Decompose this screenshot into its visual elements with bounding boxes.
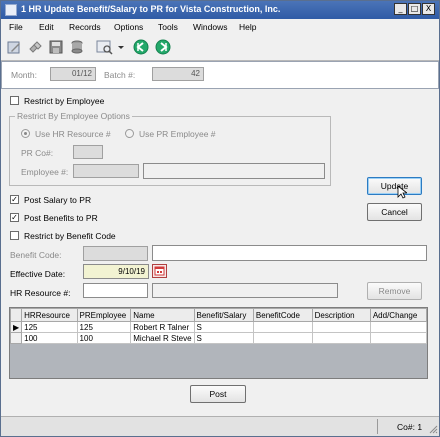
mouse-cursor-icon: [397, 185, 409, 201]
col-hrresource[interactable]: HRResource: [21, 308, 78, 322]
use-pr-employee-radio[interactable]: [125, 129, 134, 138]
cell-description[interactable]: [311, 332, 371, 344]
save-disk-icon[interactable]: [48, 39, 64, 55]
prco-field: [73, 145, 103, 159]
toolbar: [1, 35, 439, 61]
col-benefit-code[interactable]: BenefitCode: [252, 308, 313, 322]
remove-button[interactable]: Remove: [367, 282, 422, 300]
forward-arrow-icon[interactable]: [155, 39, 171, 55]
col-name[interactable]: Name: [130, 308, 195, 322]
find-icon[interactable]: [96, 39, 113, 55]
month-label: Month:: [11, 70, 37, 80]
post-benefits-checkbox[interactable]: ✓: [10, 213, 19, 222]
cell-name[interactable]: Robert R Talner: [130, 321, 195, 333]
cell-premployee[interactable]: 100: [76, 332, 132, 344]
batch-field: 42: [152, 67, 204, 81]
cell-add-change[interactable]: [369, 332, 428, 344]
benefit-code-desc-field: [152, 245, 427, 261]
menu-records[interactable]: Records: [69, 22, 101, 32]
grid-corner: [9, 308, 23, 322]
edit-icon[interactable]: [6, 39, 22, 55]
cell-benefit-salary[interactable]: S: [193, 332, 254, 344]
dropdown-arrow-icon[interactable]: [117, 39, 125, 55]
hr-resource-name-field: [152, 283, 338, 298]
status-divider: [377, 419, 378, 434]
restrict-benefit-code-label: Restrict by Benefit Code: [24, 231, 116, 241]
effective-date-field[interactable]: 9/10/19: [83, 264, 149, 279]
batch-header: Month: 01/12 Batch #: 42: [1, 61, 439, 89]
app-window: 1 HR Update Benefit/Salary to PR for Vis…: [0, 0, 440, 437]
benefit-code-field: [83, 246, 148, 261]
row-selector-icon[interactable]: ▶: [9, 321, 23, 333]
use-hr-resource-radio[interactable]: [21, 129, 30, 138]
col-description[interactable]: Description: [311, 308, 371, 322]
effective-date-label: Effective Date:: [10, 269, 66, 279]
window-title: 1 HR Update Benefit/Salary to PR for Vis…: [21, 4, 281, 14]
batch-label: Batch #:: [104, 70, 136, 80]
link-icon[interactable]: [27, 39, 43, 55]
menu-options[interactable]: Options: [114, 22, 143, 32]
cell-add-change[interactable]: [369, 321, 428, 333]
post-salary-checkbox[interactable]: ✓: [10, 195, 19, 204]
cell-benefit-salary[interactable]: S: [193, 321, 254, 333]
cell-description[interactable]: [311, 321, 371, 333]
employee-name-field: [143, 163, 325, 179]
menu-windows[interactable]: Windows: [193, 22, 227, 32]
col-add-change[interactable]: Add/Change: [369, 308, 428, 322]
benefit-code-label: Benefit Code:: [10, 250, 62, 260]
hr-resource-label: HR Resource #:: [10, 288, 71, 298]
col-benefit-salary[interactable]: Benefit/Salary: [193, 308, 254, 322]
cell-hrresource[interactable]: 125: [21, 321, 78, 333]
app-icon: [5, 4, 17, 16]
grid-header-row: HRResource PREmployee Name Benefit/Salar…: [9, 308, 428, 322]
resize-grip-icon[interactable]: [429, 425, 438, 436]
employee-grid: HRResource PREmployee Name Benefit/Salar…: [9, 307, 428, 379]
cell-name[interactable]: Michael R Steve: [130, 332, 195, 344]
menu-edit[interactable]: Edit: [39, 22, 54, 32]
minimize-button[interactable]: _: [394, 3, 407, 15]
cell-benefit-code[interactable]: [252, 332, 313, 344]
employee-label: Employee #:: [21, 167, 69, 177]
month-field: 01/12: [50, 67, 96, 81]
calendar-icon[interactable]: [152, 264, 167, 278]
cell-premployee[interactable]: 125: [76, 321, 132, 333]
col-premployee[interactable]: PREmployee: [76, 308, 132, 322]
post-salary-label: Post Salary to PR: [24, 195, 92, 205]
grid-table: HRResource PREmployee Name Benefit/Salar…: [9, 308, 428, 344]
company-status: Co#: 1: [397, 422, 423, 432]
post-benefits-label: Post Benefits to PR: [24, 213, 98, 223]
cancel-button[interactable]: Cancel: [367, 203, 422, 221]
menu-bar: File Edit Records Options Tools Windows …: [1, 19, 439, 35]
table-row[interactable]: ▶ 125 125 Robert R Talner S: [9, 321, 428, 333]
menu-tools[interactable]: Tools: [158, 22, 178, 32]
database-icon[interactable]: [69, 39, 85, 55]
use-pr-employee-label: Use PR Employee #: [139, 129, 216, 139]
employee-field: [73, 164, 139, 178]
menu-file[interactable]: File: [9, 22, 23, 32]
restrict-employee-label: Restrict by Employee: [24, 96, 105, 106]
cell-benefit-code[interactable]: [252, 321, 313, 333]
title-bar[interactable]: 1 HR Update Benefit/Salary to PR for Vis…: [1, 1, 439, 19]
post-button[interactable]: Post: [190, 385, 246, 403]
restrict-benefit-code-checkbox[interactable]: [10, 231, 19, 240]
cell-hrresource[interactable]: 100: [21, 332, 78, 344]
use-hr-resource-label: Use HR Resource #: [35, 129, 111, 139]
status-bar: Co#: 1: [1, 416, 439, 436]
prco-label: PR Co#:: [21, 148, 54, 158]
restrict-options-title: Restrict By Employee Options: [15, 111, 132, 121]
menu-help[interactable]: Help: [239, 22, 256, 32]
close-button[interactable]: X: [422, 3, 435, 15]
maximize-button[interactable]: □: [408, 3, 421, 15]
hr-resource-field[interactable]: [83, 283, 148, 298]
row-selector[interactable]: [9, 332, 23, 344]
table-row[interactable]: 100 100 Michael R Steve S: [9, 332, 428, 344]
back-arrow-icon[interactable]: [133, 39, 149, 55]
restrict-employee-checkbox[interactable]: [10, 96, 19, 105]
update-button[interactable]: Update: [367, 177, 422, 195]
